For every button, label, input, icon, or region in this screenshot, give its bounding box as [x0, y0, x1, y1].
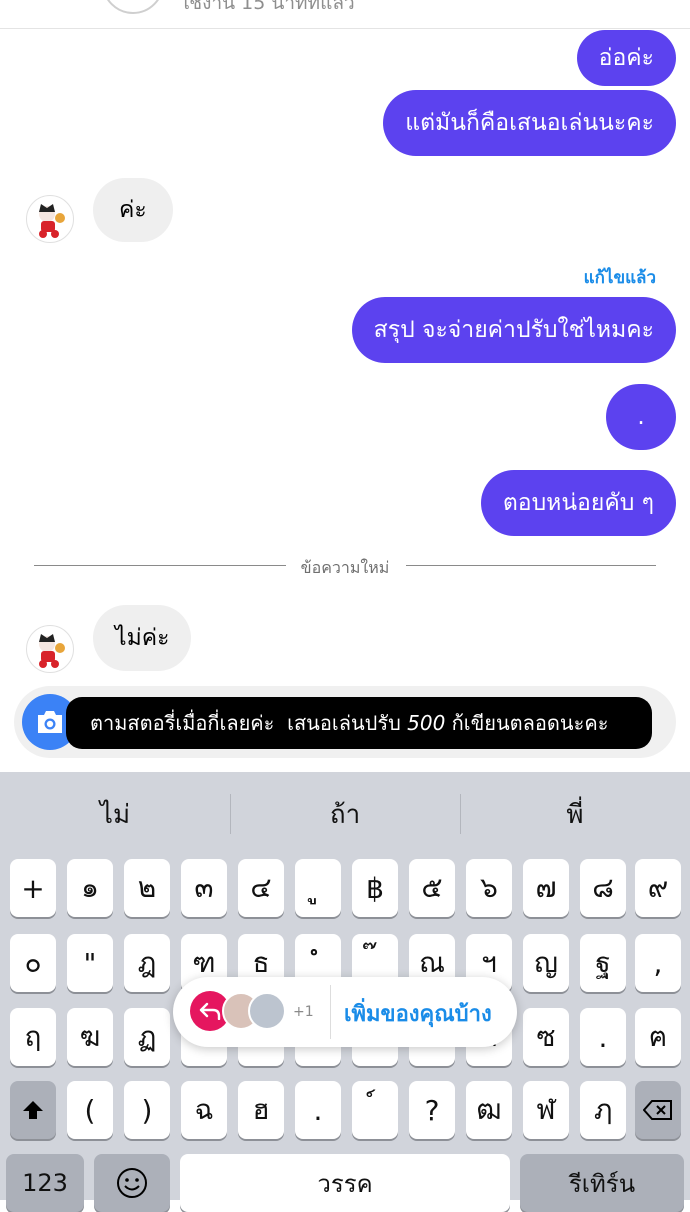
chat-header: ใช้งาน 15 นาทีที่แล้ว: [0, 0, 690, 29]
key[interactable]: .: [580, 1008, 626, 1066]
overlay-text-prefix: ตามสตอรี่เมื่อกี่เลยค่ะ เสนอเล่นปรับ: [90, 711, 408, 735]
contact-avatar[interactable]: [102, 0, 164, 14]
key[interactable]: ๓: [181, 859, 227, 917]
backspace-key[interactable]: [635, 1081, 681, 1139]
key[interactable]: +: [10, 859, 56, 917]
sticker-avatar-icon: [39, 204, 65, 238]
overlay-text-suffix: ก้เขียนตลอดนะคะ: [445, 711, 609, 735]
pill-divider: [330, 985, 331, 1039]
key[interactable]: ู: [295, 859, 341, 917]
edited-label: แก้ไขแล้ว: [583, 268, 656, 288]
divider-label: ข้อความใหม่: [290, 558, 400, 577]
key[interactable]: ,: [635, 934, 681, 992]
key[interactable]: ๑: [67, 859, 113, 917]
more-participants-count: +1: [293, 1004, 314, 1020]
key[interactable]: ฐ: [580, 934, 626, 992]
message-bubble-outgoing[interactable]: .: [606, 384, 676, 450]
key[interactable]: ฒ: [466, 1081, 512, 1139]
message-text: แต่มันก็คือเสนอเล่นนะคะ: [405, 109, 654, 136]
key[interactable]: ๔: [238, 859, 284, 917]
camera-icon: [38, 711, 62, 733]
shift-key[interactable]: [10, 1081, 56, 1139]
numbers-key[interactable]: 123: [6, 1154, 84, 1212]
key[interactable]: ๙: [635, 859, 681, 917]
key[interactable]: ฎ: [124, 934, 170, 992]
reply-arrow-icon: [199, 1002, 221, 1020]
sticker-avatar-icon: [39, 634, 65, 668]
message-bubble-outgoing[interactable]: สรุป จะจ่ายค่าปรับใช่ไหมคะ: [351, 297, 676, 363]
message-text: ค่ะ: [119, 196, 147, 223]
key[interactable]: ": [67, 934, 113, 992]
key[interactable]: ๖: [466, 859, 512, 917]
shift-icon: [23, 1101, 43, 1119]
suggestion-item[interactable]: ถ้า: [230, 772, 460, 856]
participant-avatar: [248, 992, 286, 1030]
key[interactable]: ฆ: [67, 1008, 113, 1066]
key[interactable]: ฬ: [523, 1081, 569, 1139]
backspace-icon: [643, 1100, 672, 1120]
message-bubble-incoming[interactable]: ไม่ค่ะ: [93, 605, 192, 671]
message-bubble-outgoing[interactable]: ตอบหน่อยคับ ๆ: [480, 470, 676, 536]
message-text: อ่อค่ะ: [598, 44, 654, 71]
sender-avatar[interactable]: [26, 625, 74, 673]
key[interactable]: ์: [352, 1081, 398, 1139]
key[interactable]: ฉ: [181, 1081, 227, 1139]
key[interactable]: ซ: [523, 1008, 569, 1066]
message-bubble-incoming[interactable]: ค่ะ: [93, 178, 173, 242]
key[interactable]: ญ: [523, 934, 569, 992]
key[interactable]: ๐: [10, 934, 56, 992]
key[interactable]: ฦ: [580, 1081, 626, 1139]
suggestion-item[interactable]: พี่: [460, 772, 690, 856]
suggestion-item[interactable]: ไม่: [0, 772, 230, 856]
key[interactable]: ฤ: [10, 1008, 56, 1066]
return-key[interactable]: รีเทิร์น: [520, 1154, 684, 1212]
active-status: ใช้งาน 15 นาทีที่แล้ว: [180, 0, 355, 14]
emoji-key[interactable]: [94, 1154, 170, 1212]
new-messages-divider: ข้อความใหม่: [0, 556, 690, 581]
overlay-text-number: 500: [407, 711, 446, 735]
key[interactable]: ฿: [352, 859, 398, 917]
key[interactable]: ๘: [580, 859, 626, 917]
key[interactable]: ๕: [409, 859, 455, 917]
message-text: .: [637, 403, 645, 430]
emoji-icon: [117, 1168, 147, 1198]
message-text: ตอบหน่อยคับ ๆ: [502, 489, 654, 516]
key[interactable]: (: [67, 1081, 113, 1139]
key[interactable]: ๗: [523, 859, 569, 917]
sender-avatar[interactable]: [26, 195, 74, 243]
message-bubble-outgoing[interactable]: อ่อค่ะ: [576, 30, 676, 86]
key[interactable]: .: [295, 1081, 341, 1139]
key[interactable]: ๒: [124, 859, 170, 917]
typed-text-overlay[interactable]: ตามสตอรี่เมื่อกี่เลยค่ะ เสนอเล่นปรับ 500…: [66, 697, 652, 749]
key[interactable]: ฏ: [124, 1008, 170, 1066]
add-yours-button[interactable]: เพิ่มของคุณบ้าง: [344, 996, 492, 1031]
key[interactable]: ฮ: [238, 1081, 284, 1139]
space-key[interactable]: วรรค: [180, 1154, 510, 1212]
key[interactable]: ): [124, 1081, 170, 1139]
message-text: ไม่ค่ะ: [115, 624, 170, 651]
key[interactable]: ?: [409, 1081, 455, 1139]
message-text: สรุป จะจ่ายค่าปรับใช่ไหมคะ: [373, 316, 654, 343]
key[interactable]: ฅ: [635, 1008, 681, 1066]
message-bubble-outgoing[interactable]: แต่มันก็คือเสนอเล่นนะคะ: [383, 90, 676, 156]
